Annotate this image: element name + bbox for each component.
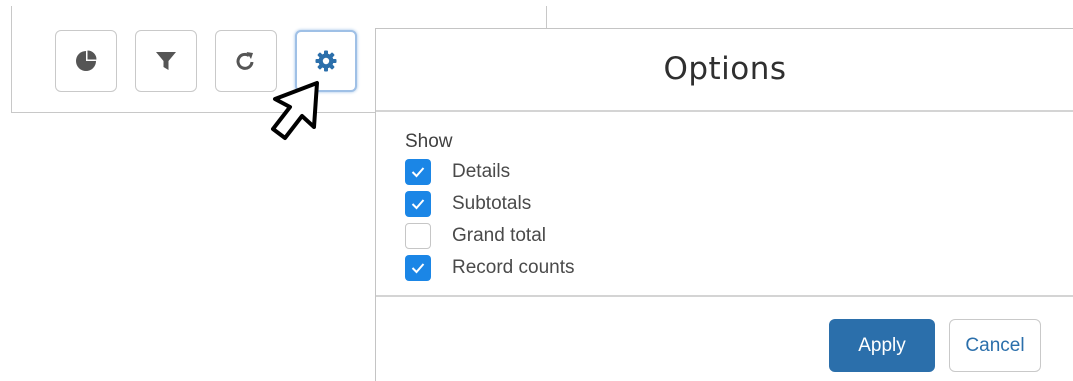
- refresh-icon: [236, 52, 254, 70]
- panel-title: Options: [663, 51, 787, 87]
- show-label: Show: [405, 131, 453, 152]
- option-label: Record counts: [452, 257, 575, 278]
- option-subtotals[interactable]: Subtotals: [405, 190, 531, 218]
- gear-icon: [315, 50, 337, 72]
- divider: [376, 295, 1073, 297]
- options-panel: Options Show Details Subtotals Grand tot…: [375, 28, 1073, 381]
- chart-button[interactable]: [55, 30, 117, 92]
- filter-icon: [156, 52, 176, 70]
- grand-total-checkbox[interactable]: [405, 223, 431, 249]
- option-record-counts[interactable]: Record counts: [405, 254, 575, 282]
- checkmark-icon: [411, 199, 425, 210]
- pie-chart-icon: [76, 50, 97, 71]
- option-label: Grand total: [452, 225, 546, 246]
- mouse-pointer-icon: [271, 81, 319, 140]
- filter-button[interactable]: [135, 30, 197, 92]
- option-label: Subtotals: [452, 193, 532, 214]
- subtotals-checkbox[interactable]: [405, 191, 431, 217]
- checkmark-icon: [411, 263, 425, 274]
- option-grand-total[interactable]: Grand total: [405, 222, 546, 250]
- option-label: Details: [452, 161, 511, 182]
- cancel-button[interactable]: Cancel: [949, 319, 1041, 372]
- checkmark-icon: [411, 167, 425, 178]
- option-details[interactable]: Details: [405, 158, 510, 186]
- apply-button[interactable]: Apply: [829, 319, 935, 372]
- record-counts-checkbox[interactable]: [405, 255, 431, 281]
- details-checkbox[interactable]: [405, 159, 431, 185]
- divider: [376, 110, 1073, 112]
